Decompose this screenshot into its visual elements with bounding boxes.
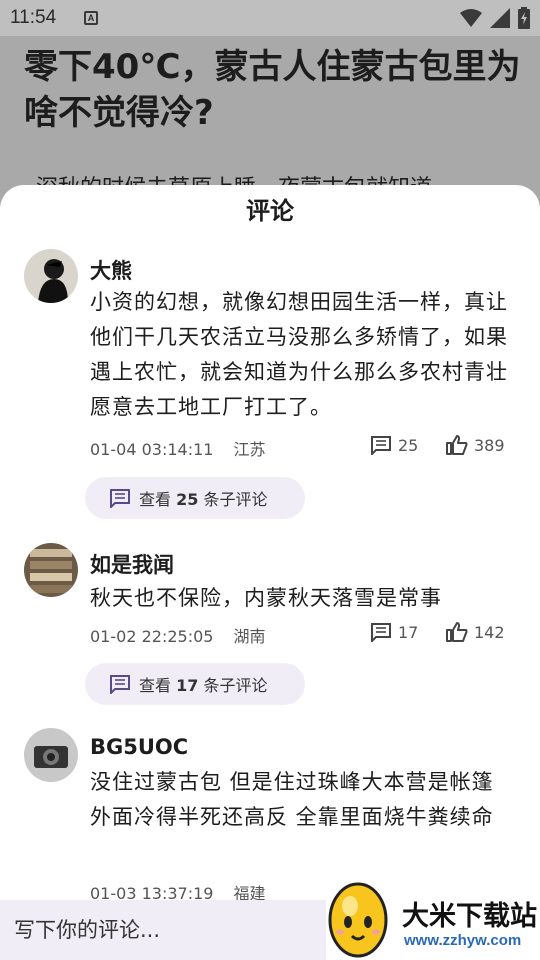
comment-author[interactable]: 如是我闻	[90, 549, 174, 579]
watermark-url: www.zzhyw.com	[404, 932, 522, 949]
watermark-logo: 大米下载站 www.zzhyw.com	[326, 876, 540, 960]
comment-icon	[371, 436, 391, 455]
reply-count: 17	[398, 622, 419, 642]
status-time: 11:54	[10, 7, 57, 28]
avatar[interactable]	[24, 728, 78, 782]
comment-icon	[371, 623, 391, 642]
view-replies-button[interactable]: 查看 17 条子评论	[85, 663, 305, 705]
comment-icon	[110, 489, 130, 508]
view-replies-label: 查看 25 条子评论	[139, 490, 268, 509]
status-bar: 11:54 A	[0, 0, 540, 36]
comment-author[interactable]: BG5UOC	[90, 735, 188, 759]
thumbs-up-icon	[446, 622, 468, 642]
avatar[interactable]	[24, 249, 78, 303]
view-replies-label: 查看 17 条子评论	[139, 676, 268, 695]
comment-meta: 01-02 22:25:05 湖南	[90, 623, 265, 647]
notification-a-icon: A	[84, 11, 98, 25]
status-icons	[460, 7, 530, 29]
sheet-title: 评论	[246, 197, 294, 225]
comment-meta: 01-04 03:14:11 江苏	[90, 436, 265, 460]
reply-count-button[interactable]: 25	[370, 435, 418, 455]
comment-text: 秋天也不保险，内蒙秋天落雪是常事	[90, 586, 442, 610]
avatar[interactable]	[24, 543, 78, 597]
comment-location: 江苏	[233, 440, 266, 459]
comment-location: 湖南	[233, 627, 266, 646]
comment-sheet: 评论 大熊 小资的幻想，就像幻想田园生活一样，真让他们干几天农活立马没那么多矫情…	[0, 185, 540, 960]
view-replies-button[interactable]: 查看 25 条子评论	[85, 477, 305, 519]
battery-icon	[518, 7, 530, 29]
mascot-icon	[328, 882, 388, 958]
comment-icon	[110, 675, 130, 694]
like-count: 389	[474, 435, 505, 455]
wifi-icon	[460, 9, 482, 27]
reply-count-button[interactable]: 17	[370, 622, 418, 642]
comment-text: 小资的幻想，就像幻想田园生活一样，真让他们干几天农活立马没那么多矫情了，如果遇上…	[90, 290, 508, 419]
comment-input[interactable]: 写下你的评论...	[0, 900, 326, 960]
like-button[interactable]: 389	[446, 435, 505, 455]
comment-time: 01-04 03:14:11	[90, 440, 214, 459]
comment-time: 01-02 22:25:05	[90, 627, 214, 646]
thumbs-up-icon	[446, 435, 468, 455]
reply-count: 25	[398, 435, 419, 455]
comment-text: 没住过蒙古包 但是住过珠峰大本营是帐篷 外面冷得半死还高反 全靠里面烧牛粪续命	[90, 770, 494, 829]
watermark-title: 大米下载站	[402, 901, 537, 932]
like-button[interactable]: 142	[446, 622, 505, 642]
like-count: 142	[474, 622, 505, 642]
comment-author[interactable]: 大熊	[90, 255, 132, 285]
signal-icon	[490, 8, 510, 28]
article-title: 零下40℃，蒙古人住蒙古包里为啥不觉得冷?	[24, 47, 521, 133]
